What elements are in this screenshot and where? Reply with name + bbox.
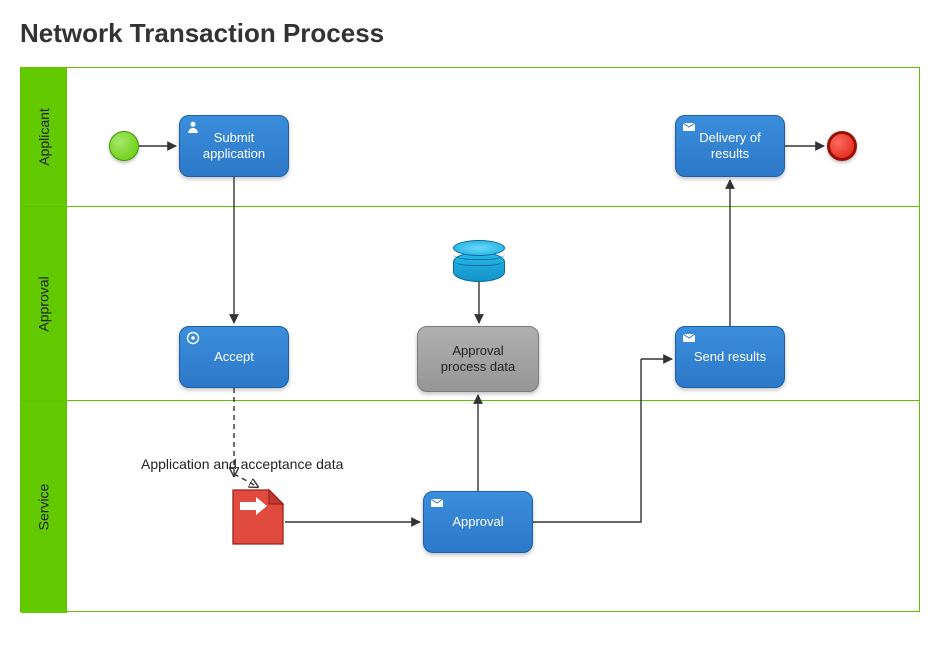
task-approval-data-label: Approval process data — [428, 343, 528, 374]
lane-label-approval: Approval — [36, 276, 52, 331]
start-event — [109, 131, 139, 161]
data-store — [453, 240, 505, 282]
user-icon — [186, 120, 200, 134]
task-delivery-results: Delivery of results — [675, 115, 785, 177]
task-approval: Approval — [423, 491, 533, 553]
task-approval-label: Approval — [452, 514, 503, 530]
lane-header-approval: Approval — [21, 207, 67, 400]
task-submit-label: Submit application — [190, 130, 278, 161]
task-delivery-label: Delivery of results — [686, 130, 774, 161]
lane-label-applicant: Applicant — [36, 108, 52, 166]
task-send-results: Send results — [675, 326, 785, 388]
envelope-icon — [682, 120, 696, 134]
lane-header-applicant: Applicant — [21, 68, 67, 206]
task-approval-process-data: Approval process data — [417, 326, 539, 392]
bpmn-pool: Applicant Approval Service Submit applic… — [20, 67, 920, 612]
task-send-results-label: Send results — [694, 349, 766, 365]
task-accept-label: Accept — [214, 349, 254, 365]
page-title: Network Transaction Process — [20, 18, 917, 49]
end-event — [827, 131, 857, 161]
lane-label-service: Service — [36, 484, 52, 531]
gear-icon — [186, 331, 200, 345]
lane-header-service: Service — [21, 401, 67, 613]
envelope-icon — [430, 496, 444, 510]
task-accept: Accept — [179, 326, 289, 388]
document-artifact — [231, 488, 285, 546]
annotation-app-accept-data: Application and acceptance data — [141, 456, 343, 472]
envelope-icon — [682, 331, 696, 345]
task-submit-application: Submit application — [179, 115, 289, 177]
